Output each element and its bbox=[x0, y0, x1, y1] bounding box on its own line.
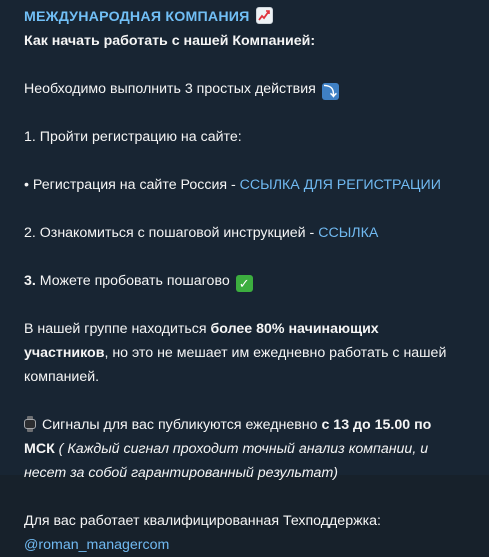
signals-italic-2: несет за собой гарантированный результат… bbox=[24, 465, 338, 481]
intro-text: Необходимо выполнить 3 простых действия bbox=[24, 81, 316, 97]
intro-line: Необходимо выполнить 3 простых действия … bbox=[24, 77, 477, 101]
chart-increasing-icon bbox=[255, 7, 273, 24]
step2-line: 2. Ознакомиться с пошаговой инструкцией … bbox=[24, 221, 477, 245]
group-text-3: компанией. bbox=[24, 369, 100, 385]
group-line-2: участников, но это не мешает им ежедневн… bbox=[24, 341, 477, 365]
support-text: Для вас работает квалифицированная Техпо… bbox=[24, 513, 381, 529]
step3-line: 3. Можете пробовать пошагово ✓ bbox=[24, 269, 477, 293]
watch-icon bbox=[24, 416, 36, 432]
message-title: МЕЖДУНАРОДНАЯ КОМПАНИЯ bbox=[24, 9, 250, 25]
signals-line-1: Сигналы для вас публикуются ежедневно с … bbox=[24, 413, 477, 437]
signals-italic-1: ( Каждый сигнал проходит точный анализ к… bbox=[54, 441, 429, 457]
arrow-right-down-icon: ⤵ bbox=[321, 83, 339, 100]
message-bubble: МЕЖДУНАРОДНАЯ КОМПАНИЯ Как начать работа… bbox=[0, 0, 489, 553]
instruction-link[interactable]: ССЫЛКА bbox=[318, 225, 378, 241]
support-username-link[interactable]: @roman_managercom bbox=[24, 537, 169, 553]
message-title-line: МЕЖДУНАРОДНАЯ КОМПАНИЯ bbox=[24, 5, 477, 29]
signals-line-2: МСК ( Каждый сигнал проходит точный анал… bbox=[24, 437, 477, 461]
check-mark-icon: ✓ bbox=[235, 275, 253, 292]
support-line: @roman_managercom bbox=[24, 533, 477, 557]
step2-text: 2. Ознакомиться с пошаговой инструкцией … bbox=[24, 225, 319, 241]
signals-bold-2: МСК bbox=[24, 441, 55, 457]
registration-line: • Регистрация на сайте Россия - ССЫЛКА Д… bbox=[24, 173, 477, 197]
signals-bold-1: с 13 до 15.00 по bbox=[321, 417, 432, 433]
group-bold-2: участников bbox=[24, 345, 105, 361]
group-bold-1: более 80% начинающих bbox=[210, 321, 379, 337]
registration-text: • Регистрация на сайте Россия - bbox=[24, 177, 240, 193]
group-line-1: В нашей группе находиться более 80% начи… bbox=[24, 317, 477, 341]
group-text-2: , но это не мешает им ежедневно работать… bbox=[104, 345, 447, 361]
signals-text: Сигналы для вас публикуются ежедневно bbox=[42, 417, 322, 433]
step1-text: 1. Пройти регистрацию на сайте: bbox=[24, 129, 242, 145]
step3-text: Можете пробовать пошагово bbox=[35, 273, 230, 289]
message-heading: Как начать работать с нашей Компанией: bbox=[24, 33, 316, 49]
registration-link[interactable]: ССЫЛКА ДЛЯ РЕГИСТРАЦИИ bbox=[240, 177, 441, 193]
step3-number: 3. bbox=[24, 273, 36, 289]
group-text-1: В нашей группе находиться bbox=[24, 321, 211, 337]
